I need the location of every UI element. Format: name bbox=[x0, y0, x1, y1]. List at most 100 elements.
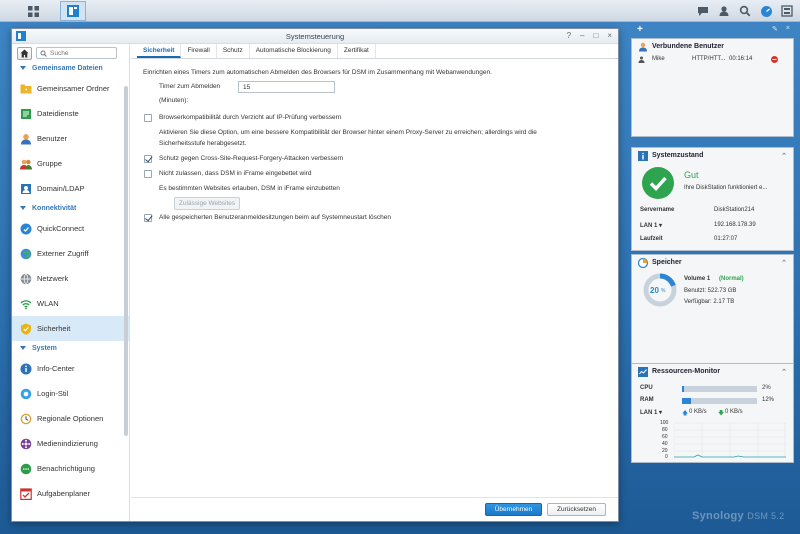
widget-title: Verbundene Benutzer bbox=[652, 43, 724, 50]
domain-icon bbox=[20, 183, 32, 195]
upload-rate: 0 KB/s bbox=[689, 409, 707, 415]
sidebar-item-quickconnect[interactable]: QuickConnect bbox=[12, 216, 129, 241]
reset-button[interactable]: Zurücksetzen bbox=[547, 503, 606, 516]
user-icon bbox=[638, 56, 645, 63]
lan-select[interactable]: LAN 1 ▾ bbox=[640, 222, 662, 229]
collapse-icon[interactable]: ⌃ bbox=[781, 259, 787, 267]
sidebar-item-label: Info-Center bbox=[37, 364, 75, 373]
window-titlebar[interactable]: Systemsteuerung ? – □ × bbox=[12, 29, 618, 44]
search-icon[interactable] bbox=[736, 2, 754, 20]
sidebar-item-task-scheduler[interactable]: Aufgabenplaner bbox=[12, 481, 129, 506]
show-desktop-button[interactable] bbox=[20, 1, 46, 21]
sidebar-item-notification[interactable]: Benachrichtigung bbox=[12, 456, 129, 481]
sidebar: Gemeinsame Dateien Gemeinsamer Ordner Da… bbox=[12, 44, 130, 521]
timer-unit-label: (Minuten): bbox=[159, 97, 189, 104]
storage-icon bbox=[638, 257, 648, 268]
sidebar-section-system[interactable]: System bbox=[12, 341, 129, 356]
chart-tick: 80 bbox=[662, 427, 668, 433]
iframe-allow-description: Es bestimmten Websites erlauben, DSM in … bbox=[159, 185, 340, 192]
folder-share-icon bbox=[20, 83, 32, 95]
csrf-protection-label: Schutz gegen Cross-Site-Request-Forgery-… bbox=[159, 155, 344, 162]
widget-title: Speicher bbox=[652, 259, 682, 266]
allowed-sites-button[interactable]: Zulässige Websites bbox=[174, 197, 240, 210]
iframe-block-checkbox[interactable] bbox=[144, 170, 152, 178]
chart-tick: 100 bbox=[660, 420, 669, 426]
sidebar-item-domain-ldap[interactable]: Domain/LDAP bbox=[12, 176, 129, 201]
users-icon bbox=[639, 42, 647, 51]
widgets-icon[interactable] bbox=[778, 2, 796, 20]
add-widget-button[interactable]: + bbox=[637, 24, 643, 35]
sidebar-item-network[interactable]: Netzwerk bbox=[12, 266, 129, 291]
sidebar-item-login-style[interactable]: Login-Stil bbox=[12, 381, 129, 406]
footer-bar: Übernehmen Zurücksetzen bbox=[131, 497, 618, 521]
grid-icon bbox=[27, 5, 39, 17]
sidebar-item-label: Dateidienste bbox=[37, 109, 79, 118]
sidebar-section-shared[interactable]: Gemeinsame Dateien bbox=[12, 61, 129, 76]
close-button[interactable]: × bbox=[607, 31, 612, 40]
status-ok-icon bbox=[642, 167, 674, 199]
widget-connected-users: Verbundene Benutzer Mike HTTP/HTT... 00:… bbox=[631, 38, 794, 137]
ip-check-checkbox[interactable] bbox=[144, 114, 152, 122]
tab-security[interactable]: Sicherheit bbox=[137, 44, 182, 58]
sidebar-item-security[interactable]: Sicherheit bbox=[12, 316, 129, 341]
user-duration: 00:16:14 bbox=[729, 56, 753, 62]
apply-button[interactable]: Übernehmen bbox=[485, 503, 542, 516]
network-icon bbox=[20, 273, 32, 285]
sidebar-item-regional-options[interactable]: Regionale Optionen bbox=[12, 406, 129, 431]
media-icon bbox=[20, 438, 32, 450]
logout-timer-input[interactable] bbox=[238, 81, 335, 93]
widget-title: Systemzustand bbox=[652, 152, 704, 159]
chat-icon bbox=[20, 463, 32, 475]
usage-percent: 20 bbox=[650, 286, 659, 295]
collapse-icon[interactable]: ⌃ bbox=[781, 368, 787, 376]
close-widgets-icon[interactable]: × bbox=[786, 25, 790, 33]
widget-resource-monitor: Ressourcen-Monitor ⌃ CPU 2% RAM 12% LAN … bbox=[631, 363, 794, 463]
ip-check-description-2: Sicherheitsstufe herabgesetzt. bbox=[159, 140, 247, 147]
notifications-icon[interactable] bbox=[694, 2, 712, 20]
clear-sessions-checkbox[interactable] bbox=[144, 214, 152, 222]
servername-value: DiskStation214 bbox=[714, 207, 755, 213]
iframe-block-label: Nicht zulassen, dass DSM in iFrame einge… bbox=[159, 170, 312, 177]
sidebar-item-shared-folder[interactable]: Gemeinsamer Ordner bbox=[12, 76, 129, 101]
user-icon[interactable] bbox=[715, 2, 733, 20]
user-connection-type: HTTP/HTT... bbox=[692, 56, 726, 62]
sidebar-item-file-services[interactable]: Dateidienste bbox=[12, 101, 129, 126]
sidebar-section-connectivity[interactable]: Konnektivität bbox=[12, 201, 129, 216]
sidebar-item-external-access[interactable]: Externer Zugriff bbox=[12, 241, 129, 266]
taskbar bbox=[0, 0, 800, 22]
help-button[interactable]: ? bbox=[567, 31, 571, 40]
pin-icon[interactable]: ✎ bbox=[772, 25, 778, 33]
tab-certificate[interactable]: Zertifikat bbox=[338, 44, 376, 58]
sidebar-item-label: WLAN bbox=[37, 299, 59, 308]
control-panel-icon bbox=[67, 5, 79, 17]
chart-tick: 40 bbox=[662, 441, 668, 447]
tab-auto-block[interactable]: Automatische Blockierung bbox=[250, 44, 338, 58]
minimize-button[interactable]: – bbox=[580, 31, 584, 40]
sidebar-item-wlan[interactable]: WLAN bbox=[12, 291, 129, 316]
ram-bar-fill bbox=[682, 398, 691, 404]
sidebar-item-label: Netzwerk bbox=[37, 274, 69, 283]
collapse-icon[interactable]: ⌃ bbox=[781, 152, 787, 160]
tab-protection[interactable]: Schutz bbox=[217, 44, 250, 58]
search-input[interactable] bbox=[37, 48, 116, 59]
cpu-label: CPU bbox=[640, 385, 653, 391]
clock-icon bbox=[20, 413, 32, 425]
tab-firewall[interactable]: Firewall bbox=[181, 44, 217, 58]
kick-user-icon[interactable] bbox=[771, 56, 778, 63]
volume-status: (Normal) bbox=[719, 276, 744, 282]
csrf-protection-checkbox[interactable] bbox=[144, 155, 152, 163]
sidebar-item-label: Aufgabenplaner bbox=[37, 489, 90, 498]
network-chart-plot bbox=[674, 422, 786, 458]
sidebar-item-media-indexing[interactable]: Medienindizierung bbox=[12, 431, 129, 456]
sidebar-item-label: Domain/LDAP bbox=[37, 184, 85, 193]
sidebar-item-group[interactable]: Gruppe bbox=[12, 151, 129, 176]
sidebar-item-user[interactable]: Benutzer bbox=[12, 126, 129, 151]
sidebar-scrollbar[interactable] bbox=[124, 86, 128, 436]
resource-lan-select[interactable]: LAN 1 ▾ bbox=[640, 409, 662, 416]
dashboard-icon[interactable] bbox=[757, 2, 775, 20]
taskbar-control-panel-button[interactable] bbox=[60, 1, 86, 21]
maximize-button[interactable]: □ bbox=[593, 31, 598, 40]
home-button[interactable] bbox=[17, 46, 32, 60]
widget-panel: + ✎ × Verbundene Benutzer Mike HTTP/HTT.… bbox=[631, 24, 794, 463]
sidebar-item-info-center[interactable]: Info-Center bbox=[12, 356, 129, 381]
